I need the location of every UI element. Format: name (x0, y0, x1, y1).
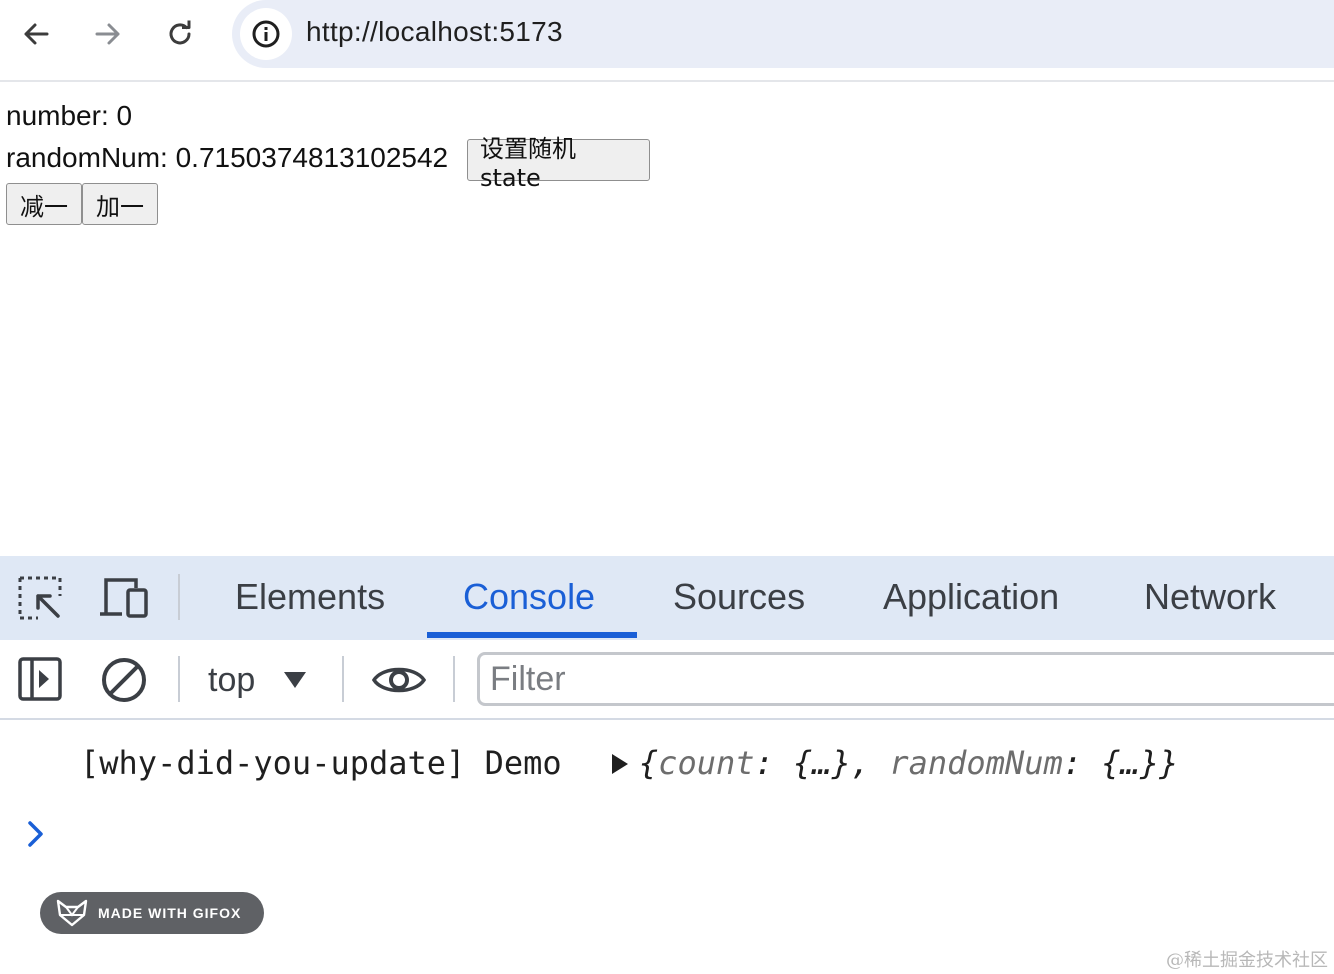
arrow-right-icon (95, 23, 120, 45)
gifox-label: MADE WITH GIFOX (98, 905, 242, 921)
decrement-button[interactable]: 减一 (6, 183, 82, 225)
console-toolbar: top (0, 640, 1334, 720)
gifox-badge: MADE WITH GIFOX (40, 892, 264, 934)
filter-field[interactable] (477, 652, 1334, 706)
log-val-count: : {…}, (754, 744, 890, 782)
console-message[interactable]: [why-did-you-update] Demo {count: {…}, r… (80, 744, 1178, 782)
obj-close-brace: } (1159, 744, 1179, 782)
reload-button[interactable] (160, 14, 200, 54)
forward-button[interactable] (88, 14, 128, 54)
devtools-tabbar: Elements Console Sources Application Net… (0, 556, 1334, 640)
url-text[interactable]: http://localhost:5173 (306, 16, 563, 48)
context-selector[interactable]: top (208, 658, 307, 702)
active-tab-indicator (427, 632, 637, 638)
device-toolbar-button[interactable] (98, 574, 150, 622)
live-expression-button[interactable] (371, 662, 427, 698)
inspect-element-button[interactable] (16, 574, 64, 622)
eye-icon (371, 667, 427, 693)
tab-application[interactable]: Application (883, 576, 1059, 618)
info-icon (252, 20, 280, 48)
toolbar-divider-1 (178, 656, 180, 702)
triangle-down-icon (284, 672, 307, 688)
tab-sources[interactable]: Sources (673, 576, 805, 618)
random-num-display: randomNum: 0.7150374813102542 (6, 142, 449, 173)
chevron-right-icon (28, 821, 43, 847)
console-output: [why-did-you-update] Demo {count: {…}, r… (0, 720, 1334, 974)
set-random-state-button[interactable]: 设置随机 state (467, 135, 650, 192)
context-label: top (208, 660, 256, 699)
back-button[interactable] (16, 14, 56, 54)
log-val-randomnum: : {…} (1062, 744, 1160, 782)
expand-triangle-icon[interactable] (611, 753, 629, 775)
tab-console[interactable]: Console (463, 576, 595, 618)
sidebar-toggle-icon (18, 657, 62, 701)
toolbar-divider-2 (342, 656, 344, 702)
inspect-element-icon (18, 576, 62, 620)
site-info-button[interactable] (240, 8, 292, 60)
device-mode-icon (100, 578, 148, 618)
clear-console-button[interactable] (100, 656, 148, 704)
tabbar-divider (178, 574, 180, 620)
gifox-logo-icon (56, 899, 88, 927)
reload-icon (169, 20, 191, 45)
log-key-count: count (658, 744, 755, 782)
log-prefix: [why-did-you-update] Demo (80, 744, 562, 782)
increment-button[interactable]: 加一 (82, 183, 158, 225)
number-display: number: 0 (6, 100, 133, 131)
watermark: @稀土掘金技术社区 (1166, 950, 1328, 971)
clear-console-icon (102, 658, 146, 702)
filter-input[interactable] (480, 655, 1334, 703)
toolbar-divider-3 (453, 656, 455, 702)
browser-toolbar: http://localhost:5173 (0, 0, 1334, 82)
address-bar[interactable]: http://localhost:5173 (232, 0, 1334, 68)
obj-open-brace: { (638, 744, 659, 782)
tab-network[interactable]: Network (1144, 576, 1276, 618)
console-prompt[interactable] (26, 820, 46, 853)
log-key-randomnum: randomNum (889, 744, 1063, 782)
show-sidebar-button[interactable] (18, 657, 62, 701)
tab-elements[interactable]: Elements (235, 576, 385, 618)
arrow-left-icon (24, 23, 49, 45)
page-content: number: 0 randomNum: 0.7150374813102542 … (0, 82, 1334, 556)
